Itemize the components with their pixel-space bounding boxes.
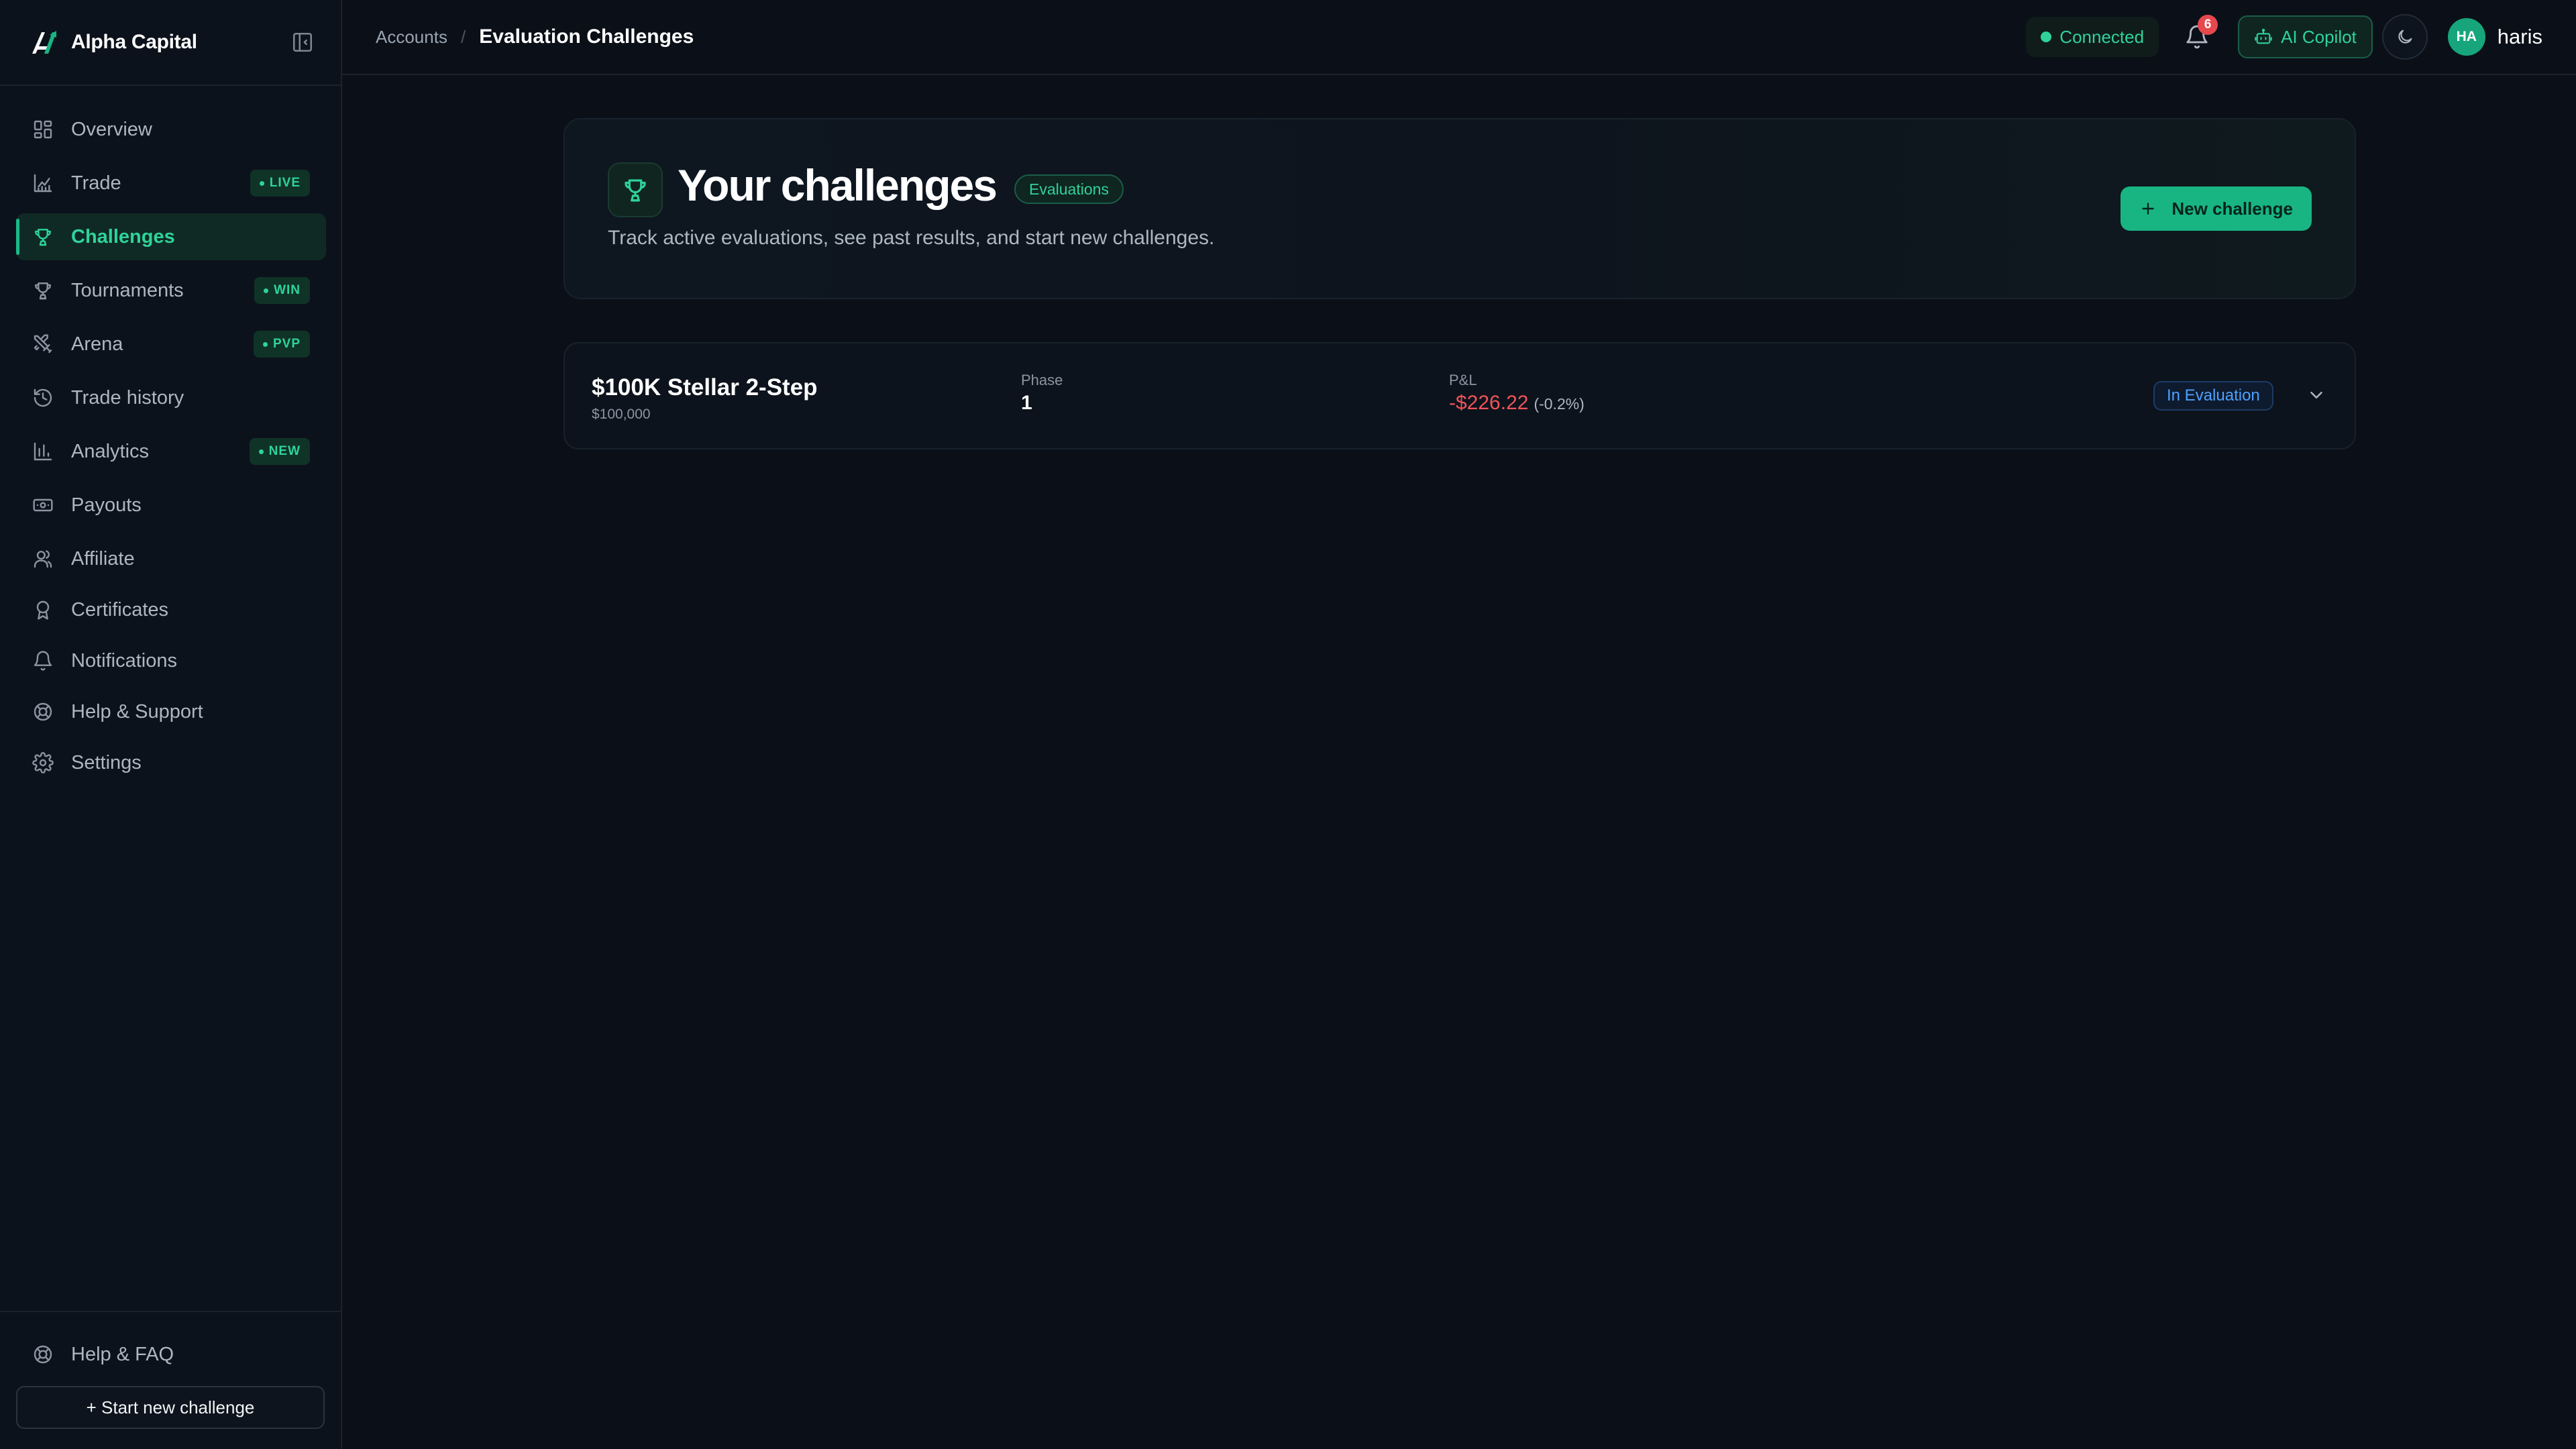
ai-copilot-button[interactable]: AI Copilot [2238,15,2373,58]
win-badge: WIN [254,277,310,304]
challenges-hero: Your challenges Evaluations Track active… [564,118,2356,299]
sidebar-item-label: Arena [71,333,123,355]
sidebar-item-arena[interactable]: Arena PVP [16,321,326,368]
sidebar-item-label: Overview [71,118,152,140]
theme-toggle-button[interactable] [2381,14,2428,60]
sidebar-item-label: Trade history [71,386,184,409]
sidebar-item-challenges[interactable]: Challenges [16,213,326,260]
robot-icon [2255,28,2272,44]
sidebar-item-notifications[interactable]: Notifications [16,637,326,684]
new-badge: NEW [249,438,310,465]
phase-label: Phase [1021,372,1063,388]
sidebar-item-label: Help & Support [71,700,203,722]
sidebar-item-payouts[interactable]: Payouts [16,482,326,529]
plus-icon [2142,203,2155,215]
challenge-row[interactable]: $100K Stellar 2-Step $100,000 Phase 1 P&… [564,342,2356,449]
sidebar-item-label: Notifications [71,649,177,672]
evaluations-chip: Evaluations [1014,174,1124,204]
sidebar-item-trade-history[interactable]: Trade history [16,374,326,421]
connection-status-label: Connected [2059,26,2145,47]
swords-icon [32,333,54,355]
sidebar-nav: Overview Trade LIVE Challenges Tournamen… [16,106,326,793]
users-icon [32,548,54,570]
ai-copilot-label: AI Copilot [2281,26,2357,47]
connection-status: Connected [2026,17,2159,57]
sidebar-item-affiliate[interactable]: Affiliate [16,535,326,582]
phase-value: 1 [1021,392,1032,414]
pvp-badge: PVP [253,331,310,358]
bar-chart-icon [32,441,54,462]
pnl-value-group: -$226.22 (-0.2%) [1449,392,1585,415]
notifications-button[interactable]: 6 [2184,15,2218,50]
new-challenge-label: New challenge [2171,198,2293,219]
page-title: Evaluation Challenges [479,25,694,48]
lifebuoy-icon [32,1344,54,1365]
chart-line-icon [32,172,54,194]
sidebar-item-label: Help & FAQ [71,1343,174,1365]
trophy-icon [621,176,649,204]
live-badge: LIVE [250,170,310,197]
breadcrumb-separator: / [460,26,466,47]
grid-icon [32,119,54,140]
hero-trophy-badge [608,162,663,217]
sidebar-collapse-icon[interactable] [291,31,314,54]
sidebar-item-trade[interactable]: Trade LIVE [16,160,326,207]
trophy-icon [32,280,54,301]
notification-count-badge: 6 [2198,15,2218,35]
status-dot-icon [2041,32,2052,42]
sidebar-item-settings[interactable]: Settings [16,739,326,786]
lifebuoy-icon [32,701,54,722]
sidebar-item-label: Tournaments [71,279,184,301]
sidebar-item-overview[interactable]: Overview [16,106,326,153]
sidebar-item-label: Analytics [71,440,150,462]
banknote-icon [32,494,54,516]
pnl-label: P&L [1449,372,1477,388]
new-challenge-button[interactable]: New challenge [2121,186,2312,231]
sidebar-item-certificates[interactable]: Certificates [16,586,326,633]
sidebar-footer: Help & FAQ + Start new challenge [0,1311,341,1449]
sidebar-item-label: Affiliate [71,547,135,570]
challenge-name: $100K Stellar 2-Step [592,374,818,400]
sidebar-item-tournaments[interactable]: Tournaments WIN [16,267,326,314]
sidebar-item-analytics[interactable]: Analytics NEW [16,428,326,475]
topbar-actions: Connected 6 AI Copilot HA haris [2026,14,2542,60]
sidebar-item-help-support[interactable]: Help & Support [16,688,326,735]
brand-name: Alpha Capital [71,31,197,53]
hero-subtitle: Track active evaluations, see past resul… [608,227,1215,249]
pnl-percent: (-0.2%) [1534,395,1585,413]
history-icon [32,387,54,409]
breadcrumb-accounts[interactable]: Accounts [376,27,447,48]
sidebar-item-label: Trade [71,172,121,194]
sidebar-item-help-faq[interactable]: Help & FAQ [16,1331,325,1378]
sidebar: Alpha Capital Overview Trade LIVE Challe… [0,0,342,1449]
chevron-down-icon[interactable] [2306,385,2326,405]
avatar[interactable]: HA [2447,18,2485,56]
alpha-logo-icon[interactable] [27,25,60,59]
username[interactable]: haris [2498,25,2542,49]
sidebar-item-label: Settings [71,751,142,773]
hero-title: Your challenges [678,160,998,210]
sidebar-item-label: Challenges [71,225,175,248]
start-new-challenge-button[interactable]: + Start new challenge [16,1386,325,1429]
brand-header: Alpha Capital [0,0,341,86]
sidebar-item-label: Certificates [71,598,169,621]
top-bar: Accounts / Evaluation Challenges Connect… [342,0,2576,75]
challenge-account-size: $100,000 [592,407,651,422]
award-icon [32,599,54,621]
sidebar-item-label: Payouts [71,494,142,516]
bell-icon [32,650,54,672]
pnl-value: -$226.22 [1449,392,1529,414]
gear-icon [32,752,54,773]
moon-icon [2398,30,2412,44]
trophy-icon [32,226,54,248]
status-badge: In Evaluation [2153,381,2273,411]
